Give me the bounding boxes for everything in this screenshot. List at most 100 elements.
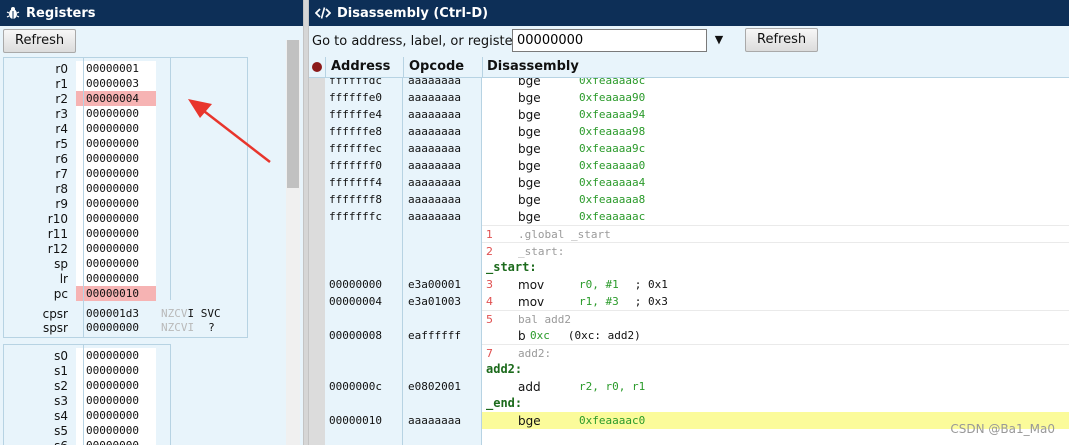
register-value[interactable]: 00000000 xyxy=(76,256,156,271)
label-line[interactable]: _start: xyxy=(309,259,1069,276)
register-value[interactable]: 00000000 xyxy=(76,363,156,378)
code-label: _start: xyxy=(486,260,537,274)
address-cell: ffffffe8 xyxy=(329,125,382,138)
register-value[interactable]: 00000000 xyxy=(76,241,156,256)
mnemonic: bge xyxy=(518,108,541,122)
goto-address-input[interactable] xyxy=(512,29,707,52)
register-value[interactable]: 00000000 xyxy=(76,378,156,393)
line-number: 3 xyxy=(486,278,493,291)
source-line[interactable]: 5 bal add2 xyxy=(309,310,1069,327)
address-cell: fffffff0 xyxy=(329,159,382,172)
opcode-cell: aaaaaaaa xyxy=(408,78,461,87)
mnemonic: bge xyxy=(518,142,541,156)
register-value[interactable]: 00000000 xyxy=(76,271,156,286)
register-row: r5 00000000 xyxy=(4,136,156,151)
register-name: s6 xyxy=(4,439,76,445)
register-value[interactable]: 00000000 xyxy=(76,121,156,136)
instruction-row[interactable]: 00000004 e3a01003 4 mov r1, #3 ; 0x3 xyxy=(309,293,1069,310)
mnemonic: bge xyxy=(518,78,541,88)
register-value[interactable]: 00000000 xyxy=(76,348,156,363)
register-value[interactable]: 00000000 xyxy=(76,151,156,166)
register-name: s2 xyxy=(54,378,68,393)
instruction-row[interactable]: ffffffe4 aaaaaaaa bge 0xfeaaaa94 xyxy=(309,106,1069,123)
mnemonic: bge xyxy=(518,414,541,428)
register-value[interactable]: 00000000 xyxy=(76,408,156,423)
operand-registers: r1, #3 xyxy=(579,295,619,308)
line-number: 1 xyxy=(486,228,493,241)
register-value[interactable]: 00000000 xyxy=(76,166,156,181)
register-name: s5 xyxy=(54,423,68,438)
register-value[interactable]: 00000000 xyxy=(76,181,156,196)
register-name: r12 xyxy=(47,241,68,256)
opcode-cell: aaaaaaaa xyxy=(408,125,461,138)
line-number: 4 xyxy=(486,295,493,308)
register-name: s4 xyxy=(54,408,68,423)
instruction-row[interactable]: 00000008 eaffffff b 0xc (0xc: add2) xyxy=(309,327,1069,344)
opcode-cell: aaaaaaaa xyxy=(408,414,461,427)
register-row: r3 00000000 xyxy=(4,106,156,121)
instruction-row[interactable]: ffffffe8 aaaaaaaa bge 0xfeaaaa98 xyxy=(309,123,1069,140)
label-line[interactable]: _end: xyxy=(309,395,1069,412)
registers-scrollbar-thumb[interactable] xyxy=(287,40,299,188)
register-value[interactable]: 00000000 xyxy=(76,196,156,211)
label-line[interactable]: add2: xyxy=(309,361,1069,378)
register-row: sp 00000000 xyxy=(4,256,156,271)
mnemonic: b xyxy=(518,329,526,343)
operand-comment: ; 0x1 xyxy=(634,278,668,291)
register-value[interactable]: 00000000 xyxy=(76,211,156,226)
register-name: r7 xyxy=(55,166,68,181)
register-value[interactable]: 00000000 xyxy=(76,423,156,438)
instruction-row[interactable]: ffffffec aaaaaaaa bge 0xfeaaaa9c xyxy=(309,140,1069,157)
register-name: sp xyxy=(54,256,68,271)
disassembly-cell: bge 0xfeaaaa94 xyxy=(482,106,1069,123)
operands: r1, #3 ; 0x3 xyxy=(579,295,668,308)
mnemonic: mov xyxy=(518,278,545,292)
register-value[interactable]: 00000000 xyxy=(76,106,156,121)
status-register-row: cpsr 000001d3 NZCV I SVC xyxy=(4,306,221,321)
register-value[interactable]: 00000010 xyxy=(76,286,156,301)
register-value[interactable]: 00000004 xyxy=(76,91,156,106)
registers-scrollbar[interactable] xyxy=(286,40,300,445)
instruction-row[interactable]: fffffffc aaaaaaaa bge 0xfeaaaaac xyxy=(309,208,1069,225)
register-value[interactable]: 00000001 xyxy=(76,61,156,76)
register-value[interactable]: 00000000 xyxy=(76,393,156,408)
register-value[interactable]: 00000000 xyxy=(76,438,156,445)
disassembly-panel: Disassembly (Ctrl-D) Go to address, labe… xyxy=(309,0,1069,445)
source-line[interactable]: 1 .global _start xyxy=(309,225,1069,242)
opcode-cell: aaaaaaaa xyxy=(408,193,461,206)
disassembly-titlebar: Disassembly (Ctrl-D) xyxy=(309,0,1069,26)
instruction-row[interactable]: fffffff8 aaaaaaaa bge 0xfeaaaaa8 xyxy=(309,191,1069,208)
disassembly-refresh-button[interactable]: Refresh xyxy=(745,28,819,52)
register-value[interactable]: 00000000 xyxy=(76,136,156,151)
register-row: r7 00000000 xyxy=(4,166,156,181)
instruction-row[interactable]: fffffff4 aaaaaaaa bge 0xfeaaaaa4 xyxy=(309,174,1069,191)
register-row: s4 00000000 xyxy=(4,408,156,423)
source-line[interactable]: 2 _start: xyxy=(309,242,1069,259)
register-value[interactable]: 000001d3 xyxy=(76,307,161,320)
operands: 0xfeaaaa9c xyxy=(579,142,646,155)
register-row: s3 00000000 xyxy=(4,393,156,408)
instruction-row[interactable]: 0000000c e0802001 add r2, r0, r1 xyxy=(309,378,1069,395)
instruction-row[interactable]: 00000000 e3a00001 3 mov r0, #1 ; 0x1 xyxy=(309,276,1069,293)
breakpoint-icon[interactable] xyxy=(312,62,322,72)
source-line[interactable]: 7 add2: xyxy=(309,344,1069,361)
disassembly-cell: bge 0xfeaaaaa8 xyxy=(482,191,1069,208)
operand-registers: r0, #1 xyxy=(579,278,619,291)
register-row: s5 00000000 xyxy=(4,423,156,438)
operands: 0xfeaaaa98 xyxy=(579,125,646,138)
register-name: lr xyxy=(59,271,68,286)
instruction-row[interactable]: ffffffdc aaaaaaaa bge 0xfeaaaa8c xyxy=(309,78,1069,89)
chevron-down-icon[interactable]: ▼ xyxy=(711,32,727,48)
instruction-row[interactable]: ffffffe0 aaaaaaaa bge 0xfeaaaa90 xyxy=(309,89,1069,106)
opcode-cell: eaffffff xyxy=(408,329,461,342)
register-value[interactable]: 00000000 xyxy=(76,321,161,334)
address-cell: fffffffc xyxy=(329,210,382,223)
address-cell: 0000000c xyxy=(329,380,382,393)
instruction-row[interactable]: fffffff0 aaaaaaaa bge 0xfeaaaaa0 xyxy=(309,157,1069,174)
register-row: r10 00000000 xyxy=(4,211,156,226)
registers-refresh-button[interactable]: Refresh xyxy=(3,29,77,53)
code-icon xyxy=(315,7,331,19)
register-value[interactable]: 00000000 xyxy=(76,226,156,241)
register-value[interactable]: 00000003 xyxy=(76,76,156,91)
disassembly-cell: 5 bal add2 xyxy=(482,310,1069,327)
